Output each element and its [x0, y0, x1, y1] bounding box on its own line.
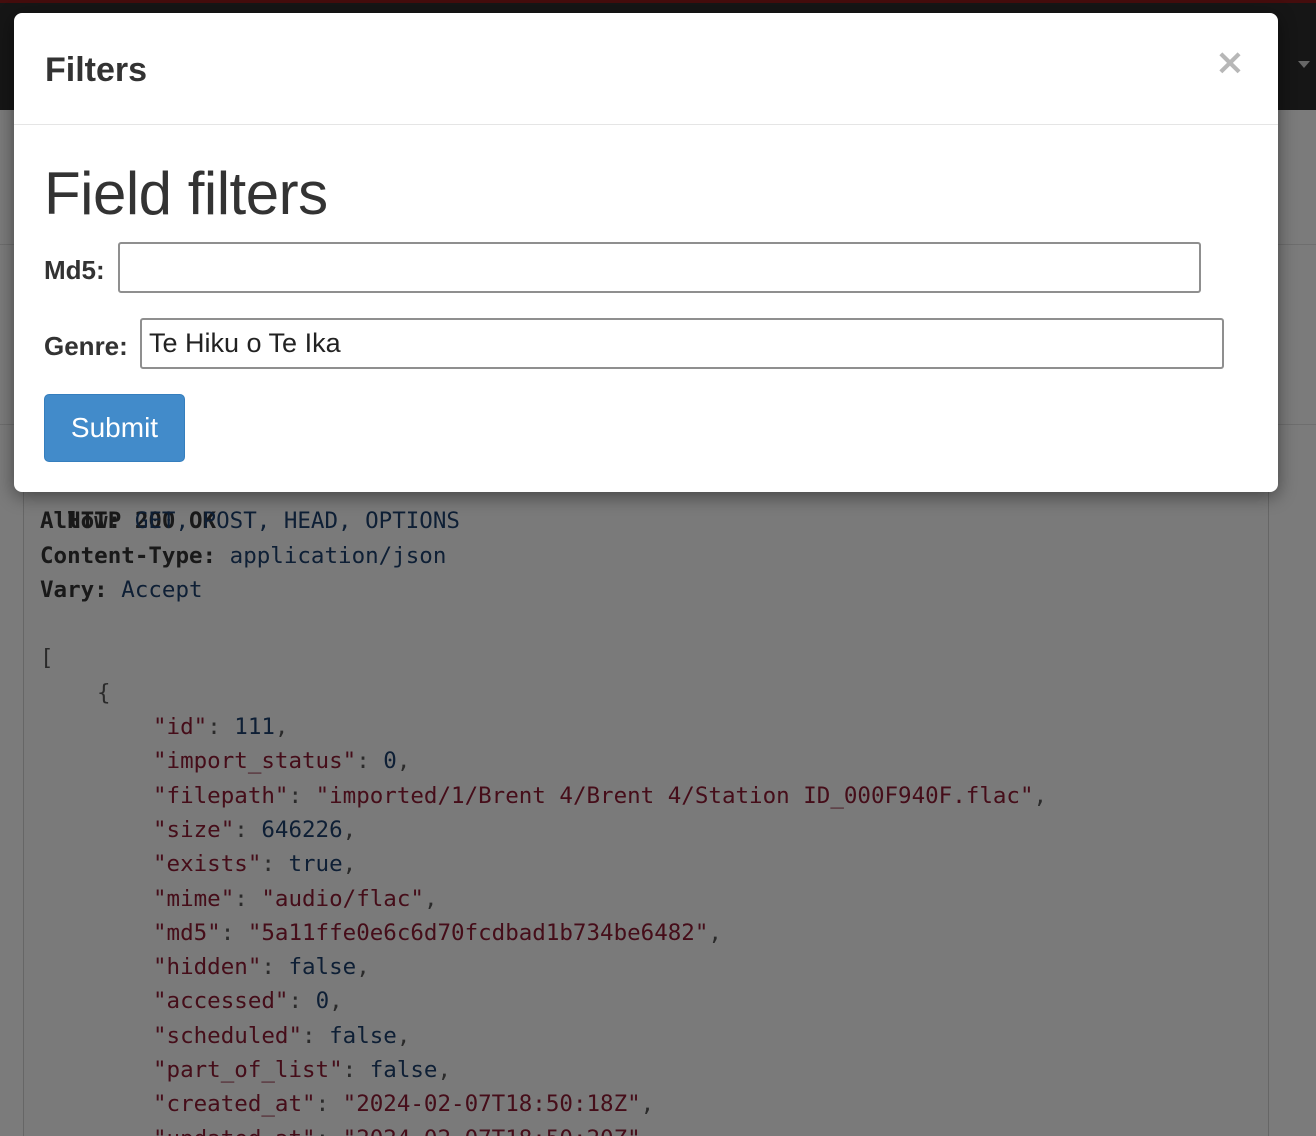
- md5-input[interactable]: [118, 242, 1201, 293]
- filters-modal: Filters × Field filters Md5: Genre: Subm…: [14, 13, 1278, 492]
- genre-label: Genre:: [44, 331, 128, 361]
- md5-label: Md5:: [44, 255, 105, 285]
- genre-input[interactable]: [140, 318, 1224, 369]
- modal-title: Filters: [45, 51, 148, 89]
- section-title: Field filters: [44, 160, 328, 227]
- modal-header: Filters ×: [14, 13, 1278, 125]
- submit-button[interactable]: Submit: [44, 394, 185, 462]
- close-icon[interactable]: ×: [1212, 43, 1248, 83]
